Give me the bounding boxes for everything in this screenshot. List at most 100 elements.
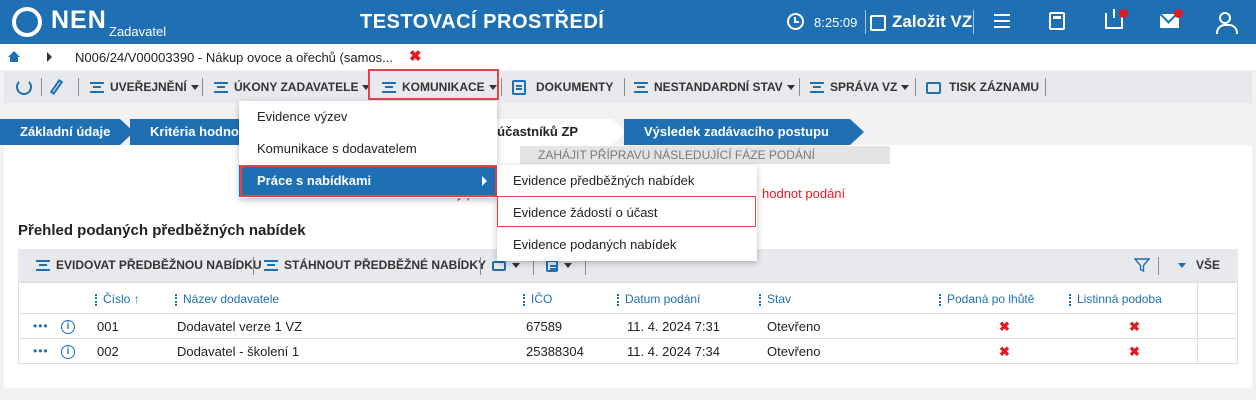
warning-text: hodnot podání [762, 186, 846, 201]
chevron-right-icon [47, 52, 52, 62]
toolbar-divider [202, 78, 203, 96]
toolbar-divider [1158, 257, 1159, 275]
toolbar-tisk-zaznamu[interactable]: TISK ZÁZNAMU [926, 71, 1039, 103]
breadcrumb: N006/24/V00003390 - Nákup ovoce a ořechů… [0, 44, 1256, 70]
row-menu-icon[interactable]: ••• [33, 314, 49, 339]
toolbar-divider [624, 78, 625, 96]
cell-ico: 25388304 [526, 344, 584, 359]
filter-icon[interactable] [1134, 257, 1150, 273]
toolbar-ukony[interactable]: ÚKONY ZADAVATELE [214, 71, 371, 103]
environment-title: TESTOVACÍ PROSTŘEDÍ [360, 11, 605, 33]
info-icon[interactable]: i [61, 344, 75, 359]
column-header-listinna[interactable]: Listinná podoba [1069, 283, 1162, 315]
menu-item-komunikace-s-dodavatelem[interactable]: Komunikace s dodavatelem [239, 133, 497, 165]
create-vz-button[interactable]: Založit VZ [866, 8, 972, 36]
logo-subtitle: Zadavatel [109, 24, 167, 39]
chevron-down-icon [190, 85, 199, 91]
cell-cislo: 002 [97, 344, 119, 359]
section-title: Přehled podaných předběžných nabídek [18, 222, 306, 239]
chevron-down-icon [564, 263, 572, 269]
cell-cislo: 001 [97, 319, 119, 334]
submenu-item-podane-nabidky[interactable]: Evidence podaných nabídek [497, 229, 757, 261]
column-header-stav[interactable]: Stav [759, 283, 791, 315]
cell-nazev: Dodavatel verze 1 VZ [177, 319, 303, 334]
chevron-down-icon [1178, 263, 1186, 269]
toolbar-divider [78, 78, 79, 96]
pencil-icon[interactable] [49, 79, 64, 95]
list-icon [634, 82, 648, 94]
cross-icon: ✖ [1129, 344, 1140, 359]
cell-ico: 67589 [526, 319, 563, 334]
cross-icon: ✖ [1129, 319, 1140, 334]
top-header: NEN Zadavatel TESTOVACÍ PROSTŘEDÍ 8:25:0… [0, 0, 1256, 44]
logo-icon [12, 7, 42, 37]
list-icon [214, 82, 228, 94]
main-toolbar: UVEŘEJNĚNÍ ÚKONY ZADAVATELE KOMUNIKACE D… [4, 71, 1252, 103]
column-header-datum[interactable]: Datum podání [617, 283, 700, 315]
table-row[interactable]: ••• i 001 Dodavatel verze 1 VZ 67589 11.… [18, 314, 1238, 339]
menu-item-evidence-vyzev[interactable]: Evidence výzev [239, 101, 497, 133]
toolbar-sprava-vz[interactable]: SPRÁVA VZ [810, 71, 910, 103]
list-icon [90, 82, 104, 94]
list-icon [36, 260, 50, 272]
selected-menu-highlight [240, 165, 497, 197]
info-icon[interactable]: i [61, 319, 75, 334]
pen-icon [870, 15, 886, 31]
cell-nazev: Dodavatel - školení 1 [177, 344, 300, 359]
cell-datum: 11. 4. 2024 7:31 [627, 319, 721, 334]
add-offer-button[interactable]: EVIDOVAT PŘEDBĚŽNOU NABÍDKU [36, 249, 262, 282]
create-vz-label: Založit VZ [892, 12, 973, 31]
chevron-down-icon [786, 85, 795, 91]
export-icon [492, 260, 506, 271]
menu-icon[interactable] [994, 14, 1010, 28]
cell-stav: Otevřeno [767, 344, 821, 359]
header-divider [973, 10, 974, 34]
header-divider [865, 10, 866, 34]
document-icon [512, 80, 526, 96]
download-offers-button[interactable]: STÁHNOUT PŘEDBĚŽNÉ NABÍDKY [264, 249, 486, 282]
toolbar-divider [480, 257, 481, 275]
refresh-icon[interactable] [16, 79, 32, 95]
breadcrumb-title[interactable]: N006/24/V00003390 - Nákup ovoce a ořechů… [75, 50, 393, 65]
toolbar-uverejneni[interactable]: UVEŘEJNĚNÍ [90, 71, 199, 103]
column-header-ico[interactable]: IČO [523, 283, 552, 315]
table-row[interactable]: ••• i 002 Dodavatel - školení 1 25388304… [18, 339, 1238, 364]
column-header-cislo[interactable]: Číslo ↑ [95, 283, 140, 315]
logo-text: NEN [51, 6, 107, 34]
toolbar-divider [915, 78, 916, 96]
column-divider [1197, 339, 1198, 364]
print-icon [926, 81, 941, 94]
toolbar-dokumenty[interactable]: DOKUMENTY [512, 71, 613, 103]
submenu-item-predbezne-nabidky[interactable]: Evidence předběžných nabídek [497, 165, 757, 197]
chevron-down-icon [901, 85, 910, 91]
tab-vysledek[interactable]: Výsledek zadávacího postupu [624, 119, 864, 145]
calculator-icon[interactable] [1049, 12, 1065, 30]
toolbar-divider [501, 78, 502, 96]
column-header-po-lhute[interactable]: Podaná po lhůtě [939, 283, 1034, 315]
cross-icon: ✖ [999, 319, 1010, 334]
komunikace-highlight [368, 69, 499, 100]
user-icon[interactable] [1216, 12, 1238, 34]
session-timer: 8:25:09 [814, 15, 858, 30]
next-phase-button[interactable]: ZAHÁJIT PŘÍPRAVU NÁSLEDUJÍCÍ FÁZE PODÁNÍ [520, 146, 890, 164]
column-divider [1197, 314, 1198, 339]
column-header-nazev[interactable]: Název dodavatele [175, 283, 279, 315]
show-all-button[interactable]: VŠE [1174, 249, 1220, 282]
tab-zakladni-udaje[interactable]: Základní údaje [0, 119, 134, 145]
toolbar-divider [41, 78, 42, 96]
toolbar-nestandardni-stav[interactable]: NESTANDARDNÍ STAV [634, 71, 795, 103]
toolbar-divider [253, 257, 254, 275]
close-icon[interactable]: ✖ [409, 47, 422, 65]
list-icon [264, 260, 278, 272]
notification-dot [1119, 9, 1128, 18]
columns-icon [546, 259, 558, 272]
toolbar-divider [1045, 78, 1046, 96]
chevron-down-icon [512, 263, 520, 269]
list-icon [810, 82, 824, 94]
toolbar-divider [799, 78, 800, 96]
clock-icon [787, 13, 804, 30]
home-icon[interactable] [8, 51, 20, 62]
cell-datum: 11. 4. 2024 7:34 [627, 344, 721, 359]
submenu-highlight [497, 196, 756, 227]
row-menu-icon[interactable]: ••• [33, 339, 49, 364]
